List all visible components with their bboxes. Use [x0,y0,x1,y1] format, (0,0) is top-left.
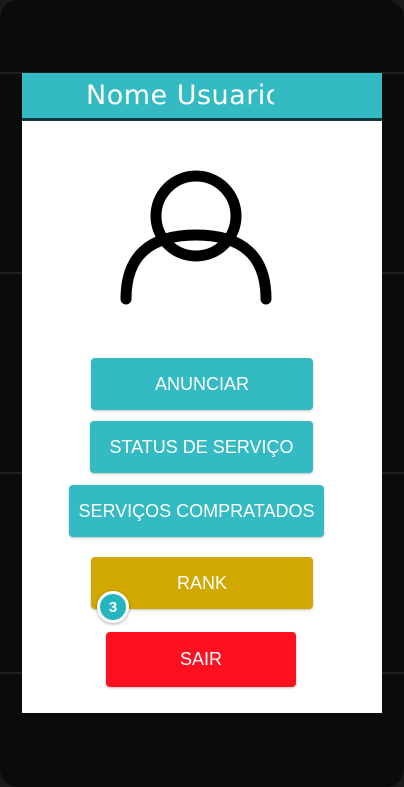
anunciar-button[interactable]: ANUNCIAR [91,358,313,410]
sair-button[interactable]: SAIR [106,632,296,687]
app-header: Nome Usuario [22,73,382,121]
user-profile-icon [120,170,272,305]
app-screen: Nome Usuario ANUNCIAR STATUS DE SERVIÇO … [22,73,382,713]
user-name-title: Nome Usuario [86,80,274,111]
device-frame: Nome Usuario ANUNCIAR STATUS DE SERVIÇO … [0,0,404,787]
status-servico-button[interactable]: STATUS DE SERVIÇO [90,421,313,473]
rank-count-badge: 3 [97,591,129,623]
servicos-comprados-button[interactable]: SERVIÇOS COMPRATADOS [69,485,324,537]
